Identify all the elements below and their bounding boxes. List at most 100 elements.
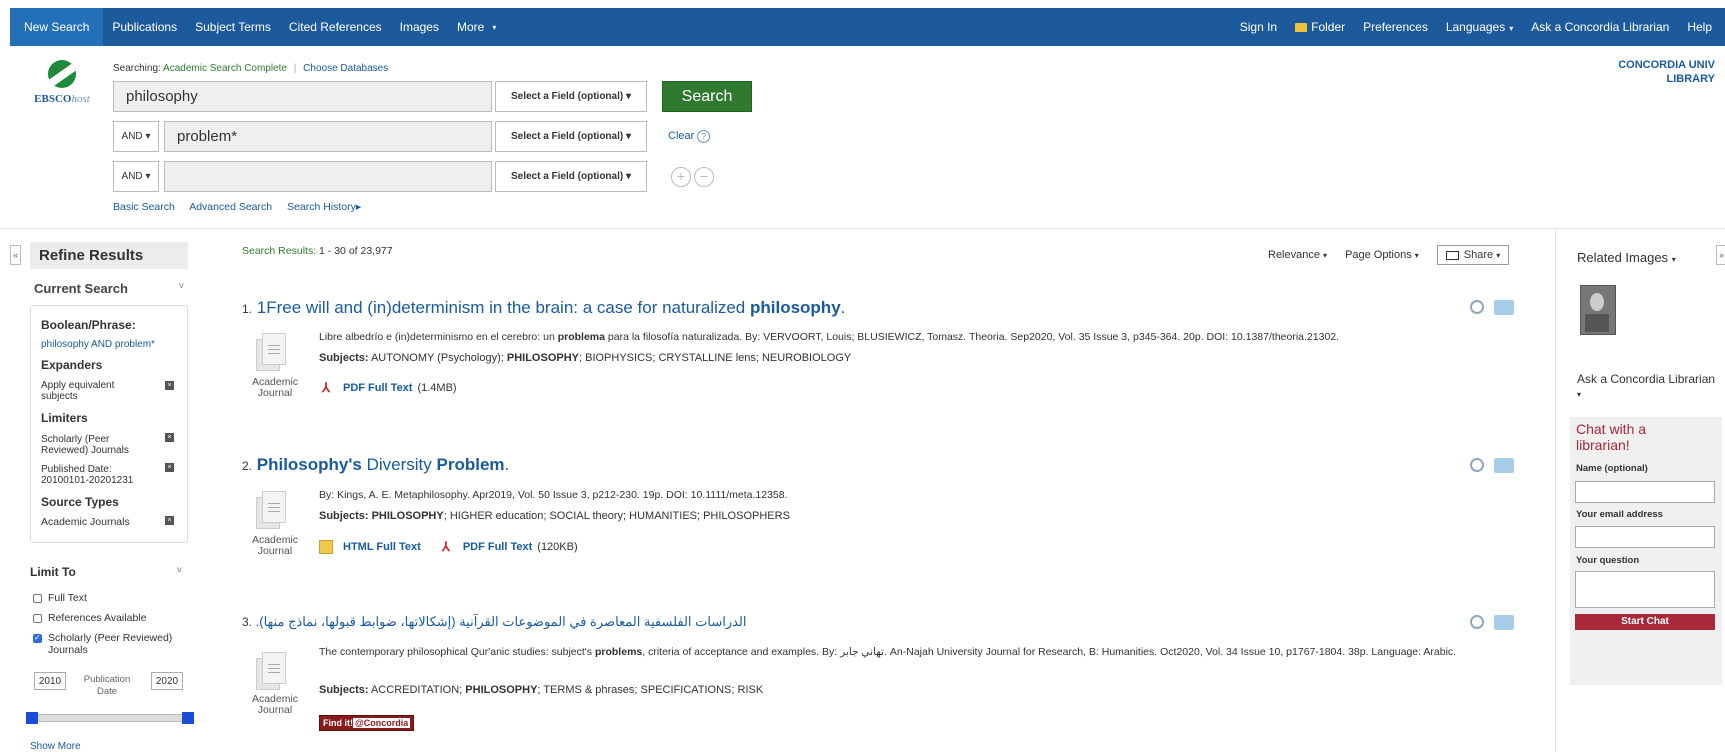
title-highlight: Problem: [436, 455, 505, 474]
date-slider-track[interactable]: [30, 714, 188, 722]
current-search-header[interactable]: Current Search ˅: [34, 281, 184, 296]
source-types-heading: Source Types: [41, 495, 119, 509]
scholarly-checkbox[interactable]: Scholarly (Peer Reviewed) Journals: [33, 632, 193, 656]
chevron-down-icon: ˅: [178, 281, 184, 291]
ebscohost-logo[interactable]: EBSCOhost: [24, 60, 100, 110]
boolean-label: AND: [121, 131, 143, 142]
related-images-header[interactable]: Related Images ▾: [1577, 250, 1676, 265]
publication-type-label: Academic Journal: [251, 534, 299, 557]
result-description-1: Libre albedrío e (in)determinismo en el …: [319, 330, 1519, 344]
desc-text: para la filosofía naturalizada. By: VERV…: [604, 331, 1340, 343]
remove-icon[interactable]: ×: [165, 433, 174, 442]
chat-question-textarea[interactable]: [1575, 571, 1715, 608]
chevron-down-icon: ▾: [626, 131, 632, 142]
search-input-1[interactable]: philosophy: [113, 81, 492, 112]
field-select-2[interactable]: Select a Field (optional) ▾: [495, 121, 647, 152]
divider: [0, 228, 1725, 229]
question-label: Your question: [1576, 555, 1640, 566]
result-title-1[interactable]: 1. 1Free will and (in)determinism in the…: [242, 298, 845, 318]
add-to-folder-icon[interactable]: [1494, 615, 1514, 630]
nav-images[interactable]: Images: [391, 8, 448, 46]
nav-publications[interactable]: Publications: [103, 8, 186, 46]
library-name[interactable]: CONCORDIA UNIV LIBRARY: [1618, 58, 1715, 86]
share-label: Share: [1463, 249, 1494, 261]
relevance-sort[interactable]: Relevance ▾: [1268, 249, 1327, 261]
remove-row-icon[interactable]: −: [694, 166, 714, 187]
related-image-thumbnail[interactable]: [1580, 285, 1616, 335]
start-chat-button[interactable]: Start Chat: [1575, 614, 1715, 630]
expander-item: Apply equivalent subjects: [41, 380, 115, 402]
chat-name-input[interactable]: [1575, 481, 1715, 503]
chat-email-input[interactable]: [1575, 526, 1715, 548]
email-label: Your email address: [1576, 509, 1663, 520]
chat-widget: [1570, 417, 1722, 685]
full-text-checkbox[interactable]: Full Text: [33, 592, 87, 604]
ask-librarian-header[interactable]: Ask a Concordia Librarian ▾: [1577, 372, 1717, 402]
pdf-full-text-link[interactable]: PDF Full Text: [343, 382, 412, 394]
boolean-select-2[interactable]: AND ▾: [113, 121, 159, 152]
nav-more[interactable]: More ▾: [448, 8, 505, 46]
share-button[interactable]: Share ▾: [1436, 245, 1510, 265]
expanders-heading: Expanders: [41, 358, 103, 372]
remove-icon[interactable]: ×: [165, 463, 174, 472]
limit-to-header[interactable]: Limit To ˅: [30, 565, 188, 579]
remove-icon[interactable]: ×: [165, 381, 174, 390]
result-title-2[interactable]: 2. Philosophy's Diversity Problem.: [242, 455, 509, 475]
preview-icon[interactable]: [1470, 300, 1484, 314]
add-to-folder-icon[interactable]: [1494, 458, 1514, 473]
slider-handle-start[interactable]: [26, 712, 38, 724]
publication-type-label: Academic Journal: [251, 376, 299, 399]
search-input-2[interactable]: problem*: [164, 121, 492, 152]
folder-link[interactable]: Folder: [1286, 20, 1354, 34]
library-line-2: LIBRARY: [1666, 73, 1715, 85]
help-link[interactable]: Help: [1678, 20, 1721, 34]
folder-label: Folder: [1311, 20, 1346, 34]
add-to-folder-icon[interactable]: [1494, 300, 1514, 315]
field-select-1[interactable]: Select a Field (optional) ▾: [495, 81, 647, 112]
subjects-label: Subjects:: [319, 510, 369, 522]
choose-databases-link[interactable]: Choose Databases: [303, 63, 388, 74]
add-row-icon[interactable]: +: [671, 166, 691, 187]
nav-cited-references[interactable]: Cited References: [280, 8, 391, 46]
show-more-link[interactable]: Show More: [30, 741, 81, 752]
collapse-right-icon[interactable]: »: [1716, 245, 1725, 265]
help-icon[interactable]: ?: [697, 130, 711, 143]
references-checkbox[interactable]: References Available: [33, 612, 146, 624]
remove-icon[interactable]: ×: [165, 516, 174, 525]
advanced-search-link[interactable]: Advanced Search: [189, 201, 272, 213]
slider-handle-end[interactable]: [182, 712, 194, 724]
related-images-label: Related Images: [1577, 250, 1669, 265]
page-options[interactable]: Page Options ▾: [1345, 249, 1419, 261]
languages-label: Languages: [1445, 20, 1506, 34]
field-select-3[interactable]: Select a Field (optional) ▾: [495, 161, 647, 192]
field-select-label: Select a Field (optional): [510, 131, 624, 142]
search-input-3[interactable]: [164, 161, 492, 192]
year-to-input[interactable]: 2020: [151, 672, 183, 690]
chevron-down-icon: ˅: [176, 565, 182, 575]
subjects-text: ACCREDITATION;: [370, 684, 466, 696]
languages-menu[interactable]: Languages ▾: [1437, 20, 1522, 34]
pdf-full-text-link[interactable]: PDF Full Text: [463, 541, 532, 553]
boolean-select-3[interactable]: AND ▾: [113, 161, 159, 192]
result-title-3[interactable]: 3. الدراسات الفلسفية المعاصرة في الموضوع…: [242, 614, 747, 630]
logo-brand: EBSCO: [34, 93, 72, 105]
find-it-button[interactable]: Find it! @Concordia: [319, 715, 415, 731]
nav-new-search[interactable]: New Search: [10, 8, 104, 46]
search-button[interactable]: Search: [662, 81, 752, 112]
basic-search-link[interactable]: Basic Search: [113, 201, 175, 213]
nav-subject-terms[interactable]: Subject Terms: [186, 8, 280, 46]
html-full-text-link[interactable]: HTML Full Text: [343, 541, 421, 553]
desc-text: Libre albedrío e (in)determinismo en el …: [319, 331, 558, 343]
ask-librarian-link[interactable]: Ask a Concordia Librarian: [1522, 20, 1678, 34]
search-history-link[interactable]: Search History▸: [287, 201, 361, 213]
collapse-left-icon[interactable]: «: [10, 245, 21, 265]
preview-icon[interactable]: [1470, 458, 1484, 472]
relevance-label: Relevance: [1268, 249, 1320, 261]
year-from-input[interactable]: 2010: [34, 672, 66, 690]
preferences-link[interactable]: Preferences: [1354, 20, 1437, 34]
preview-icon[interactable]: [1470, 615, 1484, 629]
sign-in-link[interactable]: Sign In: [1231, 20, 1286, 34]
boolean-value-link[interactable]: philosophy AND problem*: [41, 339, 155, 350]
clear-link[interactable]: Clear?: [668, 130, 711, 143]
chevron-down-icon: ▾: [145, 171, 151, 182]
